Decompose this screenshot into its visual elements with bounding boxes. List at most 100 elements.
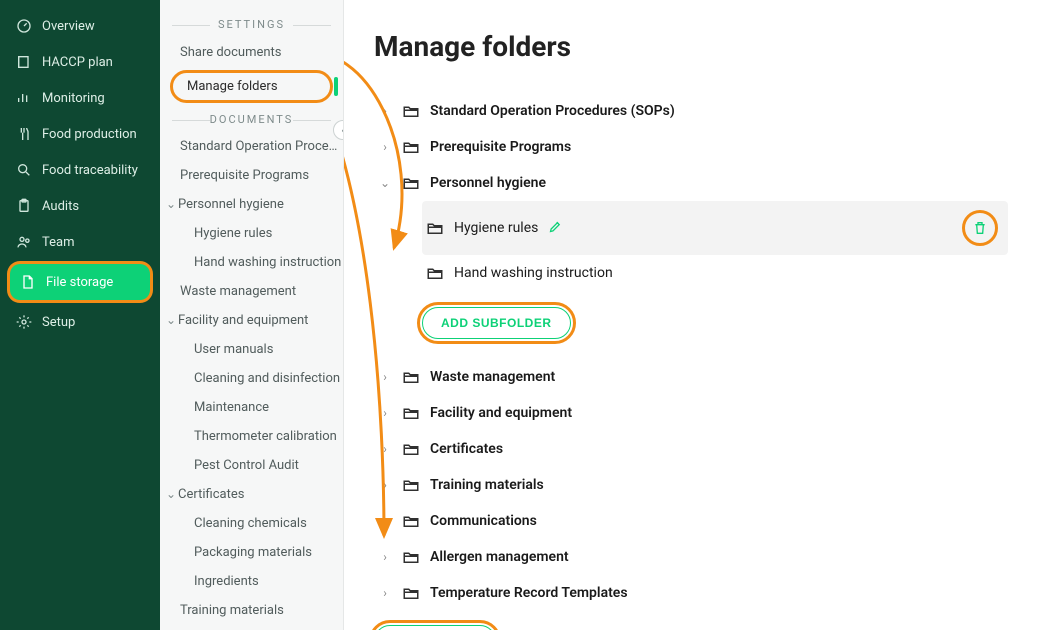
doc-link[interactable]: Waste management [160,277,343,306]
folder-label[interactable]: Personnel hygiene [430,175,546,191]
nav-label: Monitoring [42,91,105,106]
subfolder-label[interactable]: Hand washing instruction [454,265,613,281]
nav-item-haccp-plan[interactable]: HACCP plan [0,44,160,80]
doc-link[interactable]: Prerequisite Programs [160,161,343,190]
nav-label: Audits [42,199,79,214]
nav-item-overview[interactable]: Overview [0,8,160,44]
chevron-right-icon[interactable]: › [378,140,392,154]
folder-icon [402,584,420,602]
nav-label: Food production [42,127,137,142]
folder-icon [402,476,420,494]
doc-link[interactable]: Communications [160,625,343,630]
doc-link[interactable]: Hand washing instruction [160,248,343,277]
book-icon [16,54,32,70]
nav-label: File storage [46,275,113,290]
doc-link[interactable]: Pest Control Audit [160,451,343,480]
nav-item-food-traceability[interactable]: Food traceability [0,152,160,188]
manage-folders-label: Manage folders [187,79,278,94]
doc-link[interactable]: Facility and equipment [160,306,343,335]
search-icon [16,162,32,178]
chevron-right-icon[interactable]: › [378,514,392,528]
folder-icon [402,548,420,566]
doc-link[interactable]: User manuals [160,335,343,364]
folder-row[interactable]: ⌄ Personnel hygiene [374,165,1008,201]
link-share-documents[interactable]: Share documents [160,37,343,68]
doc-link[interactable]: Cleaning and disinfection [160,364,343,393]
doc-link[interactable]: Personnel hygiene [160,190,343,219]
nav-label: Team [42,235,75,250]
documents-list: Standard Operation Procedures...Prerequi… [160,132,343,630]
clipboard-icon [16,198,32,214]
folder-icon [402,174,420,192]
folder-label[interactable]: Facility and equipment [430,405,572,421]
folder-row[interactable]: › Standard Operation Procedures (SOPs) [374,93,1008,129]
folder-row[interactable]: › Communications [374,503,1008,539]
chevron-right-icon[interactable]: › [378,478,392,492]
doc-link[interactable]: Thermometer calibration [160,422,343,451]
primary-nav: Overview HACCP plan Monitoring Food product… [0,0,160,630]
gear-icon [16,314,32,330]
subfolder-row[interactable]: Hand washing instruction [422,255,1008,291]
doc-link[interactable]: Packaging materials [160,538,343,567]
folder-icon [402,440,420,458]
folder-label[interactable]: Training materials [430,477,544,493]
main-content: Manage folders ›Standard Operation Proce… [344,0,1038,630]
nav-label: Food traceability [42,163,138,178]
doc-link[interactable]: Certificates [160,480,343,509]
add-subfolder-button[interactable]: ADD SUBFOLDER [422,307,571,339]
folder-label[interactable]: Standard Operation Procedures (SOPs) [430,103,675,119]
nav-item-file-storage[interactable]: File storage [10,264,150,300]
doc-link[interactable]: Hygiene rules [160,219,343,248]
doc-link[interactable]: Standard Operation Procedures... [160,132,343,161]
chevron-right-icon[interactable]: › [378,104,392,118]
folder-row[interactable]: › Facility and equipment [374,395,1008,431]
team-icon [16,234,32,250]
folder-icon [402,138,420,156]
nav-item-team[interactable]: Team [0,224,160,260]
chevron-right-icon[interactable]: › [378,550,392,564]
delete-button[interactable] [962,210,998,246]
folder-icon [402,512,420,530]
doc-link[interactable]: Maintenance [160,393,343,422]
doc-link[interactable]: Cleaning chemicals [160,509,343,538]
add-folder-button[interactable]: ADD FOLDER [374,625,496,630]
gauge-icon [16,18,32,34]
fork-icon [16,126,32,142]
chevron-right-icon[interactable]: › [378,406,392,420]
folder-row[interactable]: › Prerequisite Programs [374,129,1008,165]
edit-icon[interactable] [548,219,563,238]
folder-label[interactable]: Temperature Record Templates [430,585,628,601]
folder-row[interactable]: › Temperature Record Templates [374,575,1008,611]
folder-label[interactable]: Waste management [430,369,555,385]
chevron-down-icon[interactable]: ⌄ [378,176,392,190]
doc-link[interactable]: Training materials [160,596,343,625]
folder-label[interactable]: Allergen management [430,549,569,565]
bars-icon [16,90,32,106]
nav-label: Overview [42,19,95,34]
nav-item-food-production[interactable]: Food production [0,116,160,152]
nav-label: Setup [42,315,75,330]
chevron-right-icon[interactable]: › [378,370,392,384]
folder-tree: › Standard Operation Procedures (SOPs) › Pr… [374,93,1008,611]
subfolder-label[interactable]: Hygiene rules [454,220,538,236]
folder-row[interactable]: › Training materials [374,467,1008,503]
chevron-right-icon[interactable]: › [378,442,392,456]
folder-icon [426,219,444,237]
folder-label[interactable]: Prerequisite Programs [430,139,571,155]
settings-panel: SETTINGS Share documents Manage folders … [160,0,344,630]
folder-label[interactable]: Certificates [430,441,503,457]
section-heading-settings: SETTINGS [178,18,325,31]
link-manage-folders[interactable]: Manage folders [170,70,333,103]
doc-link[interactable]: Ingredients [160,567,343,596]
folder-icon [426,264,444,282]
nav-item-audits[interactable]: Audits [0,188,160,224]
subfolder-row[interactable]: Hygiene rules [422,201,1008,255]
nav-item-monitoring[interactable]: Monitoring [0,80,160,116]
folder-label[interactable]: Communications [430,513,537,529]
chevron-right-icon[interactable]: › [378,586,392,600]
folder-row[interactable]: › Waste management [374,359,1008,395]
folder-row[interactable]: › Certificates [374,431,1008,467]
nav-item-setup[interactable]: Setup [0,304,160,340]
folder-row[interactable]: › Allergen management [374,539,1008,575]
nav-label: HACCP plan [42,55,113,70]
